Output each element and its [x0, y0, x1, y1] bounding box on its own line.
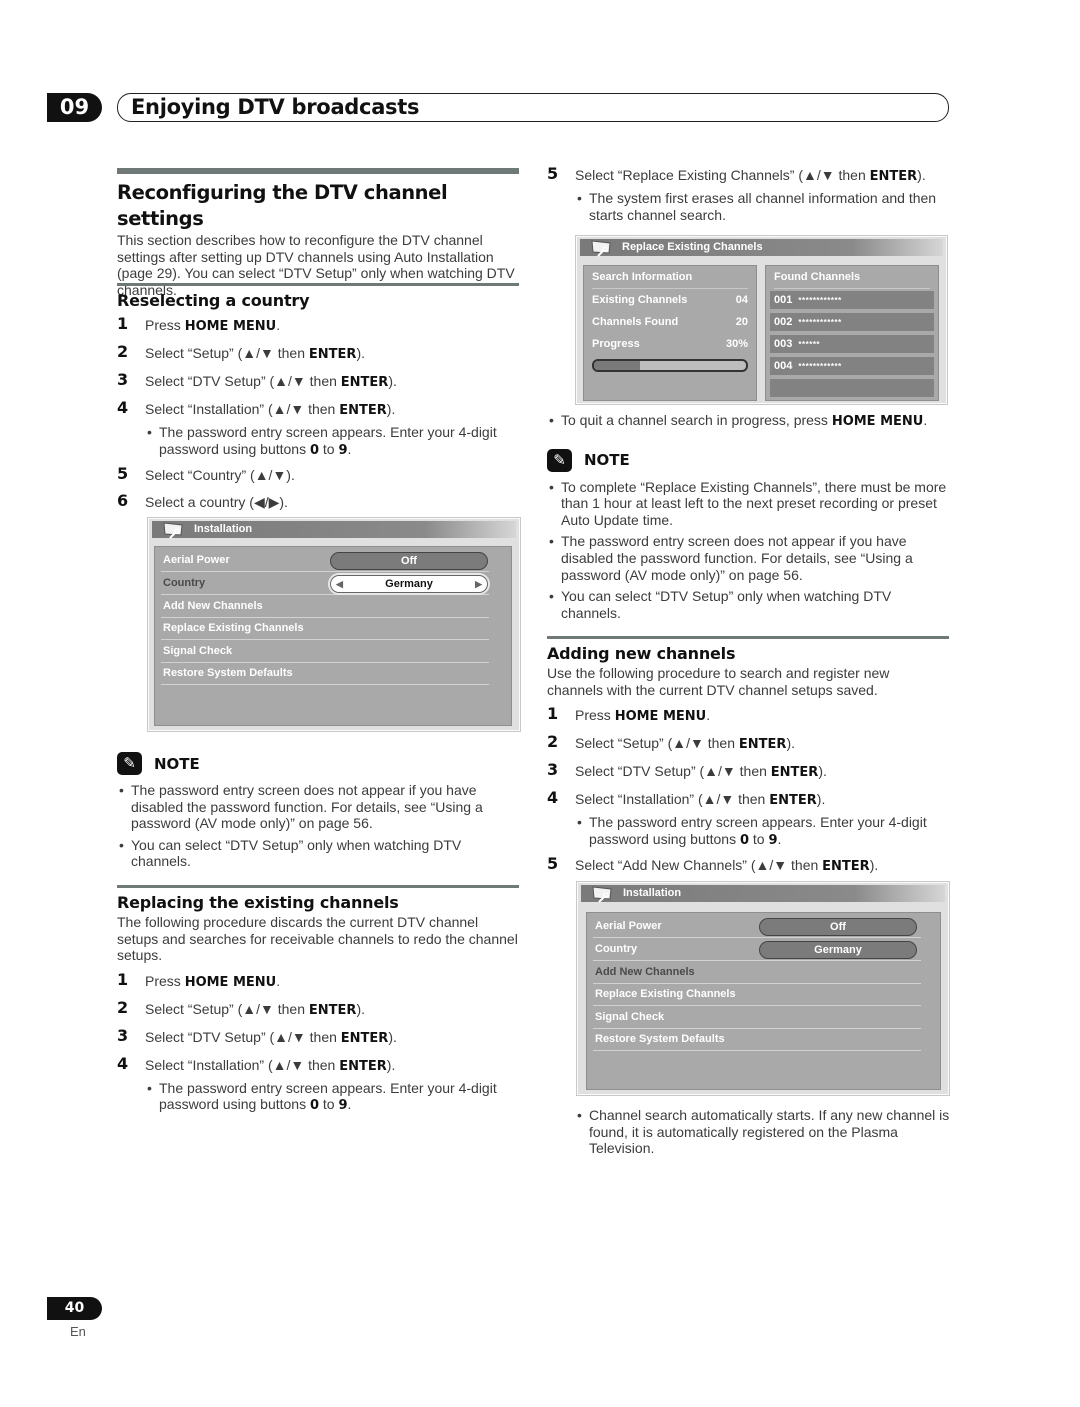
step-5: 5 Select “Replace Existing Channels” (▲/▼… [547, 164, 926, 184]
aerial-power-value[interactable]: Off [759, 918, 917, 936]
progress-row: Progress 30% [592, 338, 748, 350]
search-information-panel: Search Information Existing Channels 04 C… [583, 265, 757, 401]
note-bullet: You can select “DTV Setup” only when wat… [547, 588, 949, 621]
found-channel-row: 002 ************ [770, 313, 934, 331]
menu-item-restore-system-defaults[interactable]: Restore System Defaults [161, 662, 489, 685]
step-5-bullet: The system first erases all channel info… [575, 190, 949, 223]
menu-item-add-new-channels[interactable]: Add New Channels [161, 595, 489, 618]
step-5: 5 Select “Country” (▲/▼). [117, 464, 295, 484]
right-arrow-icon[interactable]: ▶ [475, 576, 482, 592]
screen-title: Installation [194, 523, 253, 535]
note-bullet: To complete “Replace Existing Channels”,… [547, 479, 949, 529]
tv-wrench-icon [591, 240, 611, 257]
step-3: 3 Select “DTV Setup” (▲/▼ then ENTER). [547, 760, 827, 781]
step-2: 2 Select “Setup” (▲/▼ then ENTER). [117, 997, 365, 1018]
replace-channels-screen: Replace Existing Channels Search Informa… [575, 235, 948, 405]
step-4: 4 Select “Installation” (▲/▼ then ENTER). [117, 1053, 396, 1074]
menu-panel: Aerial Power Off Country ◀ Germany ▶ Add… [154, 546, 512, 726]
reselect-country-title: Reselecting a country [117, 291, 310, 310]
quit-search-bullet: To quit a channel search in progress, pr… [547, 412, 949, 431]
replace-notes: To quit a channel search in progress, pr… [547, 412, 949, 621]
add-channels-section: Adding new channels Use the following pr… [547, 636, 949, 875]
menu-item-add-new-channels[interactable]: Add New Channels [593, 961, 921, 984]
menu-item-replace-existing-channels[interactable]: Replace Existing Channels [161, 617, 489, 640]
tv-wrench-icon [592, 886, 612, 903]
screen-title: Installation [623, 887, 682, 899]
menu-item-signal-check[interactable]: Signal Check [593, 1006, 921, 1029]
existing-channels-row: Existing Channels 04 [592, 294, 748, 306]
search-information-header: Search Information [592, 266, 748, 289]
main-section: Reconfiguring the DTV channel settings T… [117, 168, 519, 298]
step-1: 1 Press HOME MENU. [117, 314, 281, 334]
section-rule [547, 636, 949, 639]
pencil-note-icon: ✎ [547, 448, 572, 472]
add-channels-title: Adding new channels [547, 644, 736, 663]
found-channels-header: Found Channels [774, 266, 930, 289]
menu-item-signal-check[interactable]: Signal Check [161, 640, 489, 663]
found-channel-row: 001 ************ [770, 291, 934, 309]
auto-search-bullet: Channel search automatically starts. If … [575, 1107, 950, 1157]
reselect-country-steps: 1 Press HOME MENU. 2 Select “Setup” (▲/▼ t… [117, 314, 519, 511]
screen-title: Replace Existing Channels [622, 241, 763, 253]
channels-found-row: Channels Found 20 [592, 316, 748, 328]
note-header: ✎ NOTE [117, 752, 519, 775]
section-rule [117, 168, 519, 174]
step-4-bullet: The password entry screen appears. Enter… [145, 1080, 519, 1115]
note-reselect: ✎ NOTE The password entry screen does no… [117, 752, 519, 870]
chapter-number-badge: 09 [47, 93, 102, 122]
found-channel-row-empty [770, 379, 934, 397]
aerial-power-value[interactable]: Off [330, 552, 488, 570]
found-channel-row: 003 ****** [770, 335, 934, 353]
section-rule [117, 283, 519, 286]
tv-wrench-icon [163, 522, 183, 539]
note-header: ✎ NOTE [547, 448, 949, 472]
add-channels-intro: Use the following procedure to search an… [547, 665, 890, 698]
found-channels-panel: Found Channels 001 ************ 002 ******… [765, 265, 939, 401]
chapter-title: Enjoying DTV broadcasts [131, 95, 420, 119]
page-number: 40 [47, 1297, 102, 1320]
step-4-bullet: The password entry screen appears. Enter… [575, 814, 949, 849]
add-final-note: Channel search automatically starts. If … [575, 1107, 950, 1157]
screen-titlebar: Installation [581, 885, 945, 903]
country-selector[interactable]: ◀ Germany ▶ [330, 575, 488, 593]
step-3: 3 Select “DTV Setup” (▲/▼ then ENTER). [117, 370, 397, 390]
step-2: 2 Select “Setup” (▲/▼ then ENTER). [547, 732, 795, 753]
step-4: 4 Select “Installation” (▲/▼ then ENTER). [547, 788, 826, 809]
note-bullet: The password entry screen does not appea… [117, 782, 519, 832]
page-language: En [70, 1324, 86, 1339]
country-value: Germany [385, 578, 433, 590]
installation-screen-add: Installation Aerial Power Off Country Ge… [576, 881, 950, 1096]
note-bullet: You can select “DTV Setup” only when wat… [117, 837, 519, 870]
step-1: 1 Press HOME MENU. [117, 969, 281, 990]
step-6: 6 Select a country (◀/▶). [117, 491, 288, 511]
replace-steps-continued: 5 Select “Replace Existing Channels” (▲/▼… [547, 164, 949, 223]
country-value[interactable]: Germany [759, 941, 917, 959]
screen-titlebar: Installation [152, 521, 516, 539]
left-arrow-icon[interactable]: ◀ [336, 576, 343, 592]
step-3: 3 Select “DTV Setup” (▲/▼ then ENTER). [117, 1025, 397, 1046]
screen-titlebar: Replace Existing Channels [580, 239, 943, 257]
step-4: 4 Select “Installation” (▲/▼ then ENTER). [117, 398, 396, 418]
step-4-bullet: The password entry screen appears. Enter… [145, 424, 519, 459]
installation-screen: Installation Aerial Power Off Country ◀ … [147, 517, 521, 732]
step-2: 2 Select “Setup” (▲/▼ then ENTER). [117, 342, 365, 362]
progress-bar [592, 359, 748, 372]
section-rule [117, 885, 519, 888]
menu-panel: Aerial Power Off Country Germany Add New… [586, 912, 941, 1090]
menu-item-restore-system-defaults[interactable]: Restore System Defaults [593, 1028, 921, 1051]
pencil-note-icon: ✎ [117, 752, 142, 775]
found-channel-row: 004 ************ [770, 357, 934, 375]
replace-channels-intro: The following procedure discards the cur… [117, 914, 518, 964]
note-bullet: The password entry screen does not appea… [547, 533, 949, 583]
progress-bar-fill [594, 361, 640, 370]
reselect-country-section: Reselecting a country [117, 283, 519, 312]
step-1: 1 Press HOME MENU. [547, 704, 711, 725]
replace-channels-section: Replacing the existing channels The foll… [117, 885, 519, 1115]
menu-item-replace-existing-channels[interactable]: Replace Existing Channels [593, 983, 921, 1006]
replace-channels-title: Replacing the existing channels [117, 893, 399, 912]
main-section-title: Reconfiguring the DTV channel settings [117, 181, 448, 230]
step-5: 5 Select “Add New Channels” (▲/▼ then ENT… [547, 854, 879, 875]
